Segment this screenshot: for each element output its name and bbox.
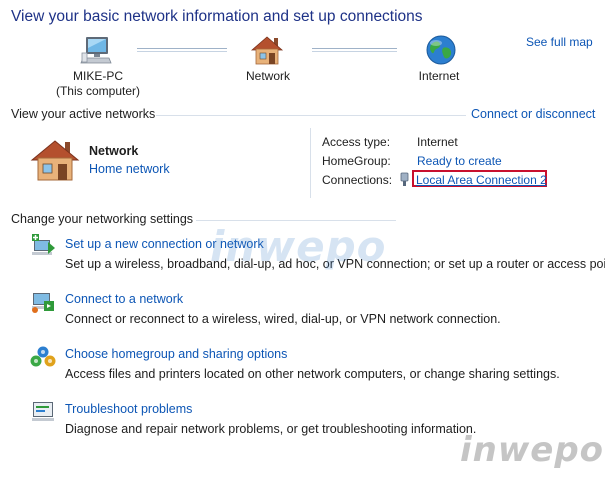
active-network-name: Network <box>89 144 139 158</box>
map-connector-line <box>312 48 397 49</box>
ethernet-icon <box>400 172 409 186</box>
task-new-connection-desc: Set up a wireless, broadband, dial-up, a… <box>65 257 605 271</box>
connect-or-disconnect-link[interactable]: Connect or disconnect <box>471 107 595 121</box>
page-title: View your basic network information and … <box>11 8 423 25</box>
map-connector-line <box>137 48 227 49</box>
map-node-computer-sub: (This computer) <box>55 84 141 98</box>
troubleshoot-icon <box>32 402 54 421</box>
connections-label: Connections: <box>322 173 393 187</box>
homegroup-link[interactable]: Ready to create <box>417 154 502 168</box>
section-divider <box>196 220 396 221</box>
map-node-network-name: Network <box>245 69 290 83</box>
homegroup-icon <box>30 346 56 367</box>
globe-icon <box>426 35 456 65</box>
access-type-value: Internet <box>417 135 458 149</box>
map-connector-line <box>137 51 227 52</box>
task-connect-network-desc: Connect or reconnect to a wireless, wire… <box>65 312 501 326</box>
new-connection-icon <box>32 234 55 255</box>
active-networks-heading: View your active networks <box>11 107 156 121</box>
task-troubleshoot-link[interactable]: Troubleshoot problems <box>65 402 192 416</box>
task-homegroup-desc: Access files and printers located on oth… <box>65 367 560 381</box>
map-node-internet-name: Internet <box>418 69 460 83</box>
vertical-divider <box>310 128 311 198</box>
task-homegroup-link[interactable]: Choose homegroup and sharing options <box>65 347 287 361</box>
homegroup-label: HomeGroup: <box>322 154 391 168</box>
change-settings-heading: Change your networking settings <box>11 212 194 226</box>
task-troubleshoot-desc: Diagnose and repair network problems, or… <box>65 422 477 436</box>
task-connect-network-link[interactable]: Connect to a network <box>65 292 183 306</box>
home-network-icon <box>30 140 80 181</box>
map-connector-line <box>312 51 397 52</box>
access-type-label: Access type: <box>322 135 391 149</box>
home-network-link[interactable]: Home network <box>89 162 170 176</box>
house-icon <box>250 36 284 65</box>
section-divider <box>156 115 466 116</box>
watermark-logo: inwepo <box>460 430 605 470</box>
see-full-map-link[interactable]: See full map <box>526 35 593 49</box>
map-node-computer-name: MIKE-PC <box>72 69 123 83</box>
local-area-connection-link[interactable]: Local Area Connection 2 <box>416 173 547 187</box>
task-new-connection-link[interactable]: Set up a new connection or network <box>65 237 264 251</box>
computer-icon <box>80 37 112 64</box>
connect-network-icon <box>32 293 54 313</box>
